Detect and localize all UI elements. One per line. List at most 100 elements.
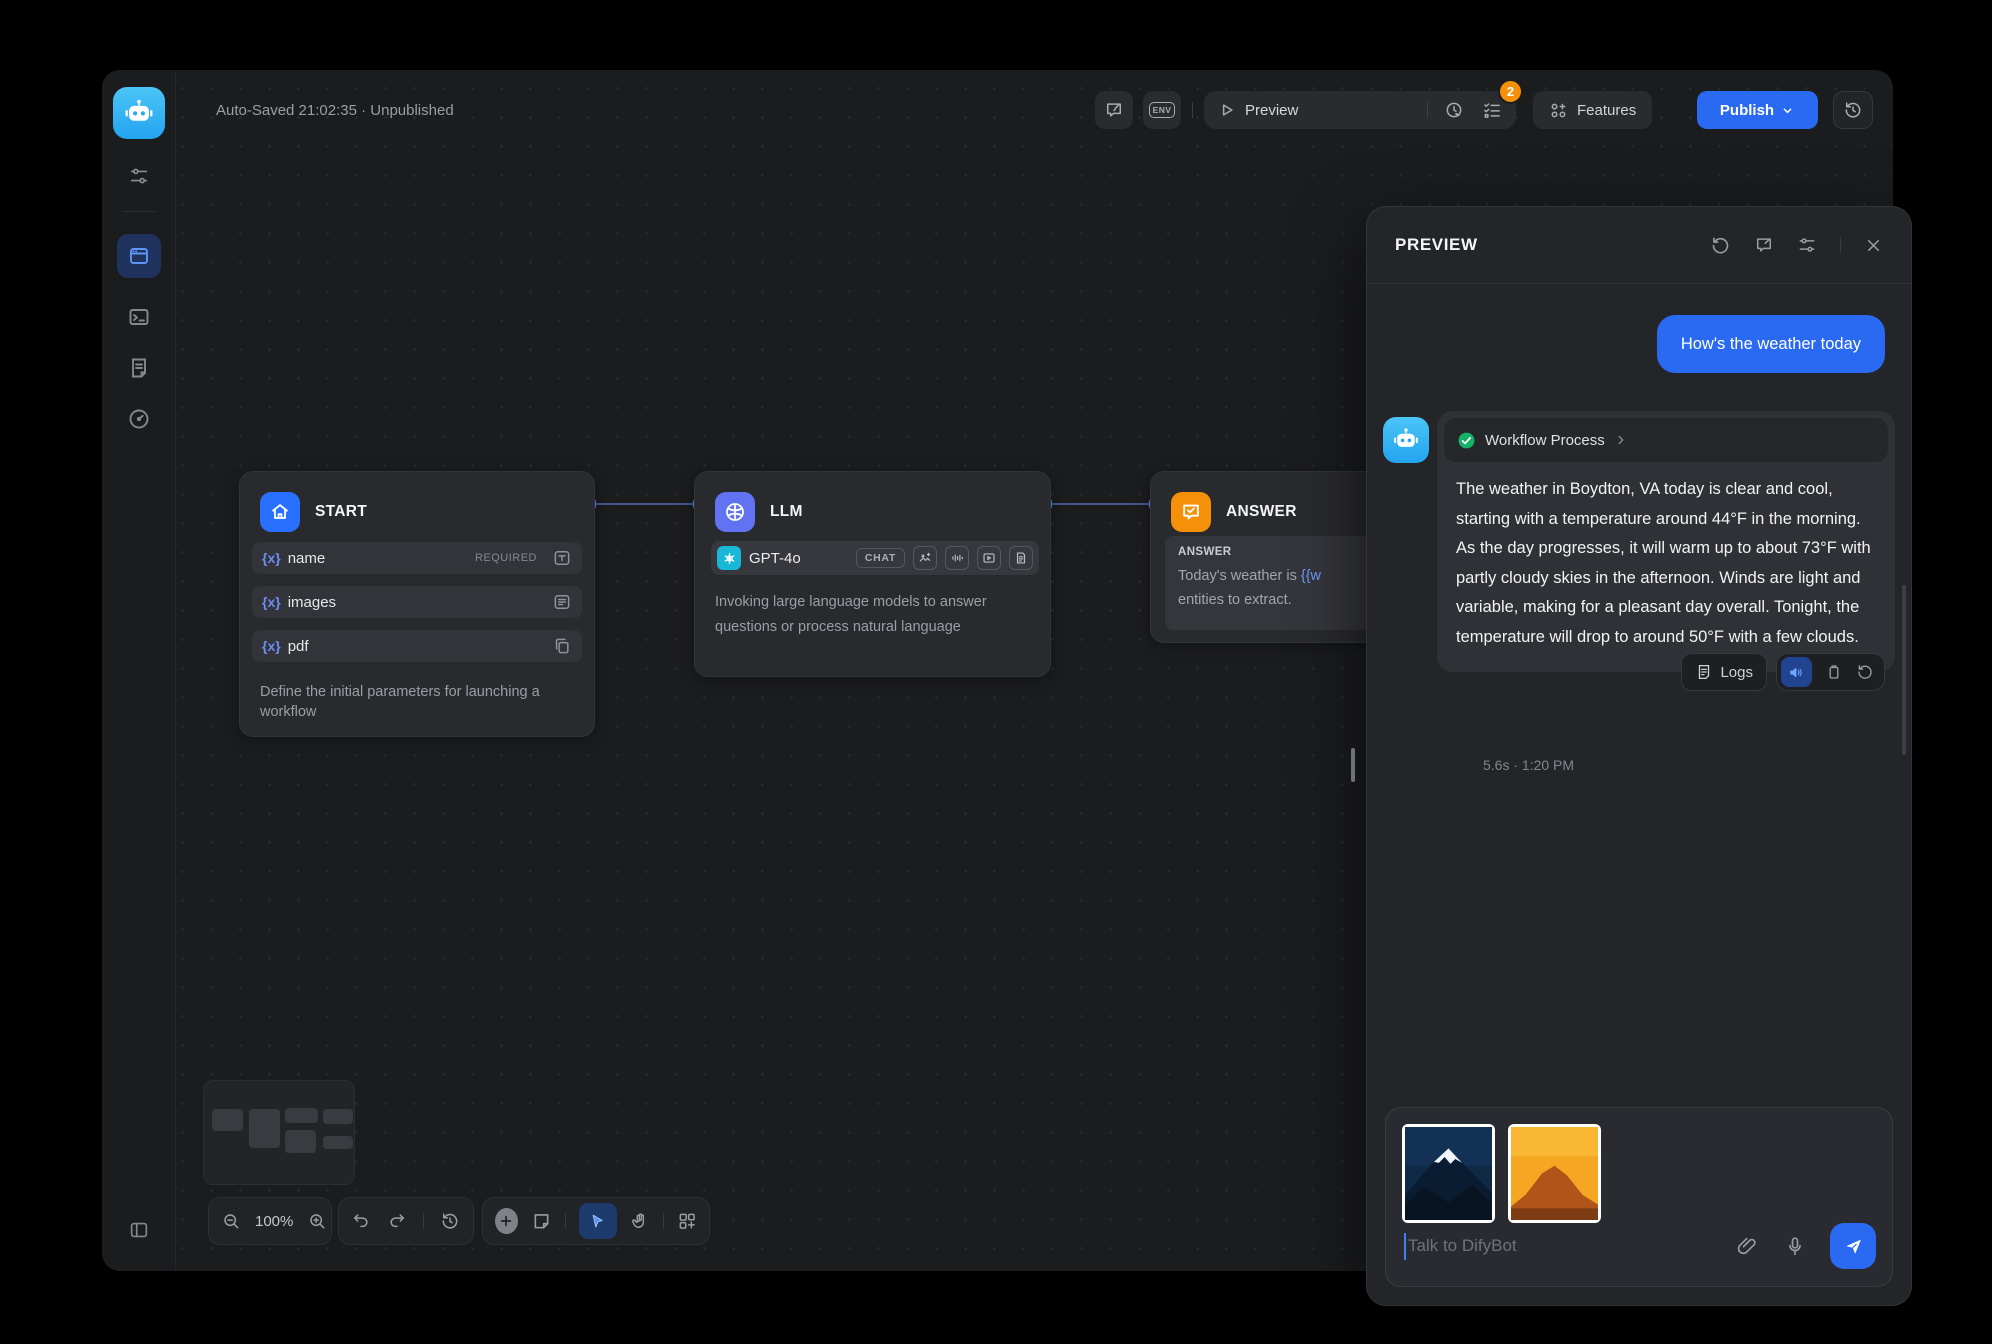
minimap[interactable]	[203, 1080, 355, 1185]
env-button[interactable]: ENV	[1143, 91, 1181, 129]
variable-icon: {x}	[262, 638, 281, 654]
run-history-icon[interactable]	[1444, 100, 1464, 120]
preview-title: PREVIEW	[1395, 235, 1478, 255]
zoom-controls: 100%	[208, 1197, 332, 1245]
attachment-thumbnail-mountain-sunset[interactable]	[1508, 1124, 1601, 1223]
sidebar-item-monitoring[interactable]	[127, 407, 151, 431]
group-divider	[1427, 102, 1428, 118]
message-actions: Logs	[1681, 653, 1885, 691]
publish-button[interactable]: Publish	[1697, 91, 1818, 129]
microphone-icon[interactable]	[1784, 1235, 1806, 1257]
panel-resize-handle[interactable]	[1351, 748, 1355, 782]
required-tag: REQUIRED	[475, 552, 537, 564]
zoom-out-icon[interactable]	[221, 1211, 241, 1231]
text-input-icon	[552, 548, 572, 568]
llm-model-selector[interactable]: GPT-4o CHAT	[711, 541, 1039, 575]
annotation-icon[interactable]	[1754, 235, 1774, 255]
auto-layout-icon[interactable]	[677, 1211, 697, 1231]
chat-input-row	[1404, 1220, 1876, 1272]
restart-conversation-icon[interactable]	[1710, 235, 1731, 256]
checklist-badge: 2	[1498, 79, 1523, 104]
app-logo[interactable]	[113, 87, 165, 139]
features-button[interactable]: Features	[1533, 91, 1652, 129]
start-field-images[interactable]: {x} images	[252, 586, 582, 618]
copy-icon	[552, 636, 572, 656]
conversation-settings-icon[interactable]	[1797, 235, 1817, 255]
add-note-icon[interactable]	[531, 1211, 552, 1232]
sidebar-item-logs[interactable]	[127, 356, 151, 380]
logs-button[interactable]: Logs	[1681, 653, 1767, 691]
chevron-down-icon	[1780, 103, 1795, 118]
sidebar-divider	[122, 211, 156, 212]
annotation-button[interactable]	[1095, 91, 1133, 129]
zoom-in-icon[interactable]	[307, 1211, 327, 1231]
chat-input-card	[1385, 1107, 1893, 1287]
node-llm-title: LLM	[770, 503, 803, 521]
message-meta: 5.6s · 1:20 PM	[1483, 757, 1574, 773]
autosave-status: Auto-Saved 21:02:35 · Unpublished	[216, 102, 454, 119]
audio-icon	[945, 546, 969, 570]
text-caret	[1404, 1233, 1406, 1260]
image-icon	[913, 546, 937, 570]
start-field-name[interactable]: {x} name REQUIRED	[252, 542, 582, 574]
document-icon	[1009, 546, 1033, 570]
tune-icon[interactable]	[128, 165, 150, 187]
collapse-sidebar-icon[interactable]	[128, 1219, 150, 1241]
chat-area: How's the weather today Workflow Process	[1367, 285, 1911, 1089]
paragraph-icon	[552, 592, 572, 612]
attachment-icon[interactable]	[1736, 1235, 1758, 1257]
chat-mode-badge: CHAT	[856, 548, 905, 568]
start-field-pdf[interactable]: {x} pdf	[252, 630, 582, 662]
panel-scrollbar[interactable]	[1902, 585, 1906, 755]
history-controls	[338, 1197, 474, 1245]
node-start[interactable]: START {x} name REQUIRED {x} images {x} p…	[239, 471, 595, 737]
sidebar-item-orchestrate[interactable]	[117, 234, 161, 278]
model-name: GPT-4o	[749, 550, 801, 567]
edge-start-llm	[595, 503, 694, 505]
play-icon[interactable]	[1218, 101, 1236, 119]
node-start-description: Define the initial parameters for launch…	[260, 682, 576, 722]
preview-panel: PREVIEW	[1366, 206, 1912, 1306]
logs-icon	[1695, 663, 1713, 681]
undo-icon[interactable]	[351, 1211, 371, 1231]
speaker-button[interactable]	[1781, 657, 1812, 687]
pointer-tool-button[interactable]	[579, 1203, 618, 1239]
node-start-title: START	[315, 503, 367, 521]
add-node-button[interactable]	[495, 1208, 518, 1234]
regenerate-button[interactable]	[1856, 663, 1874, 681]
llm-icon	[715, 492, 755, 532]
change-history-icon[interactable]	[440, 1211, 460, 1231]
openai-icon	[717, 546, 741, 570]
hand-tool-icon[interactable]	[630, 1211, 650, 1231]
node-llm[interactable]: LLM GPT-4o CHAT	[694, 471, 1051, 677]
workflow-process-toggle[interactable]: Workflow Process	[1444, 418, 1888, 462]
close-icon[interactable]	[1864, 236, 1883, 255]
chat-input[interactable]	[1408, 1236, 1710, 1256]
checklist-icon[interactable]	[1482, 100, 1502, 120]
preview-button[interactable]: Preview	[1245, 102, 1298, 119]
topbar-divider	[1192, 102, 1193, 118]
bot-message-text: The weather in Boydton, VA today is clea…	[1456, 475, 1876, 652]
chevron-right-icon	[1614, 433, 1628, 447]
edge-llm-answer	[1051, 503, 1150, 505]
bot-message-card: Workflow Process The weather in Boydton,…	[1437, 411, 1895, 672]
node-llm-description: Invoking large language models to answer…	[715, 590, 1032, 640]
answer-text: Today's weather is	[1178, 568, 1301, 584]
preview-panel-header: PREVIEW	[1367, 207, 1911, 284]
canvas-tools	[482, 1197, 710, 1245]
answer-variable: {{w	[1301, 568, 1321, 584]
redo-icon[interactable]	[387, 1211, 407, 1231]
answer-icon	[1171, 492, 1211, 532]
variable-icon: {x}	[262, 550, 281, 566]
video-icon	[977, 546, 1001, 570]
user-message-bubble: How's the weather today	[1657, 315, 1885, 373]
sidebar-item-terminal[interactable]	[127, 305, 151, 329]
send-button[interactable]	[1830, 1223, 1876, 1269]
copy-button[interactable]	[1825, 663, 1843, 681]
bot-avatar	[1383, 417, 1429, 463]
version-history-button[interactable]	[1833, 91, 1873, 129]
attachment-thumbnail-mountain-night[interactable]	[1402, 1124, 1495, 1223]
sidebar	[102, 70, 176, 1271]
zoom-level[interactable]: 100%	[255, 1213, 293, 1230]
node-answer-title: ANSWER	[1226, 503, 1297, 521]
